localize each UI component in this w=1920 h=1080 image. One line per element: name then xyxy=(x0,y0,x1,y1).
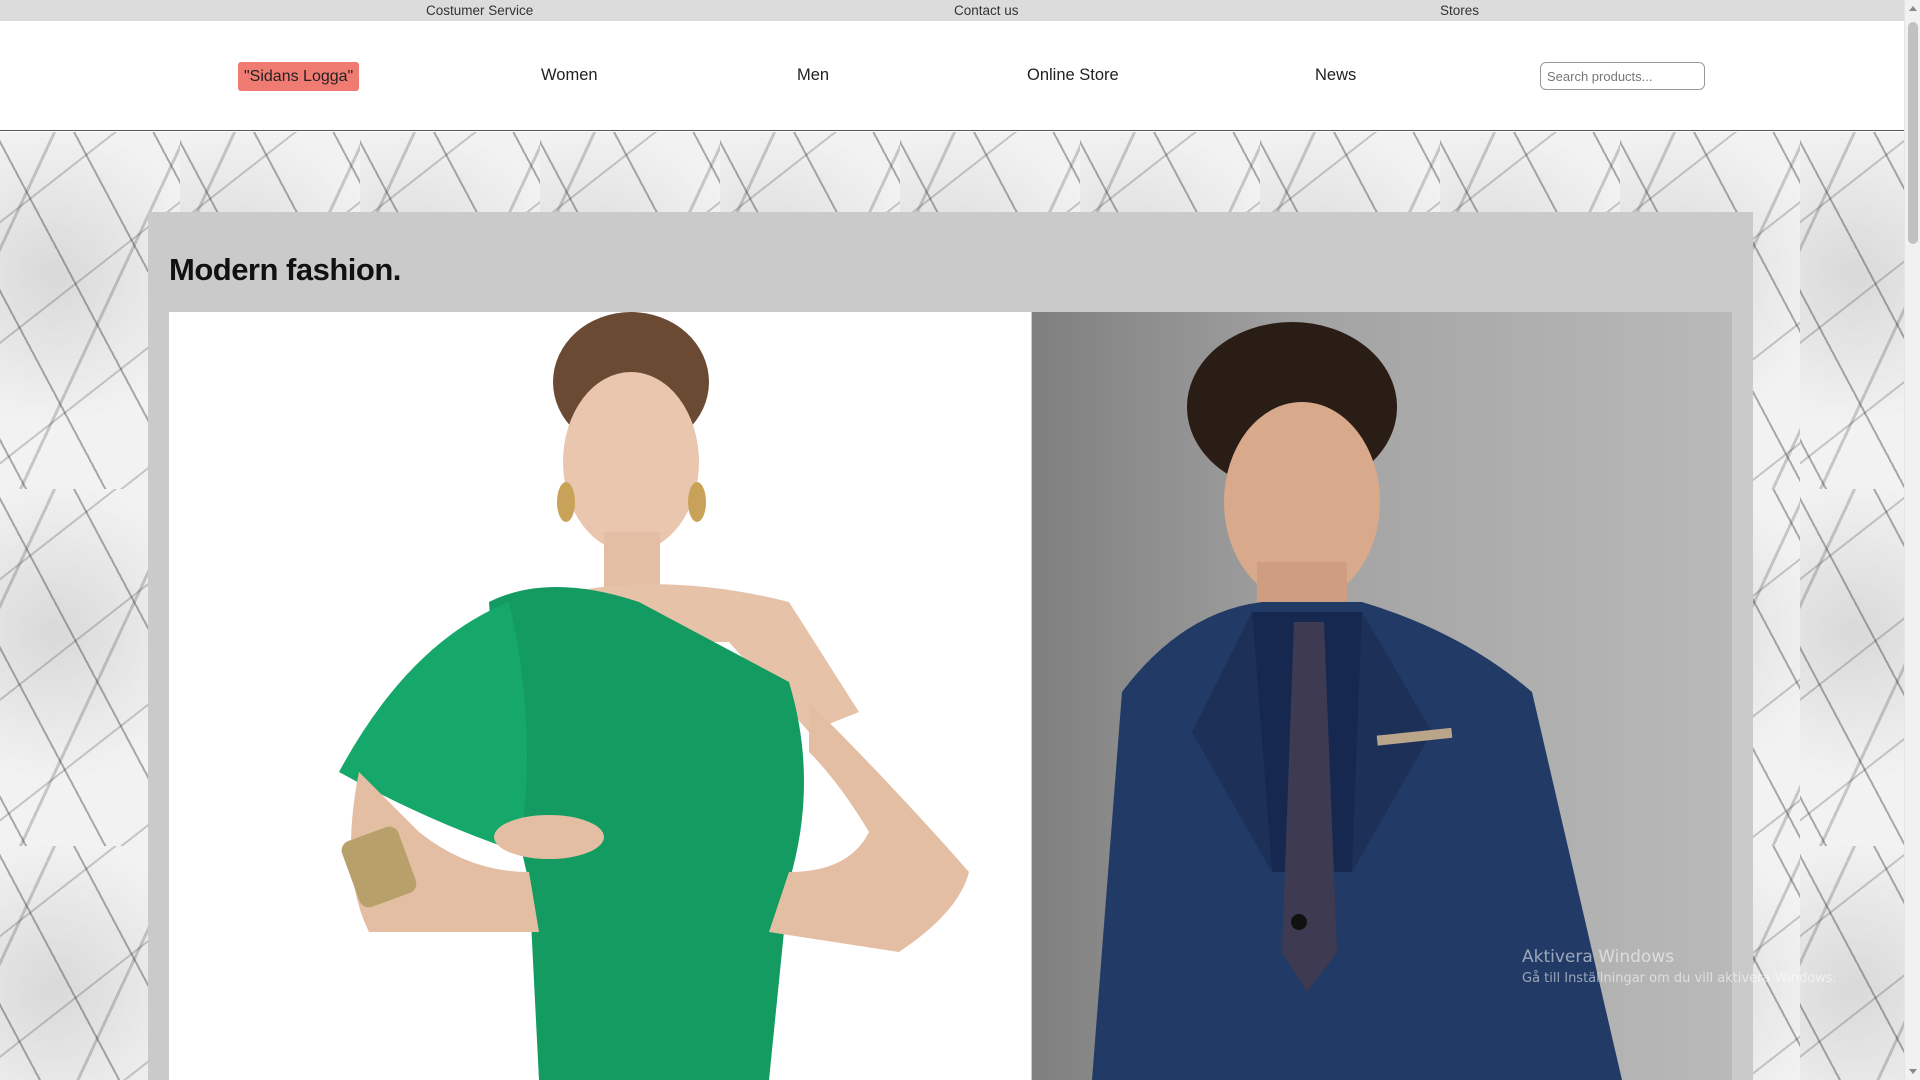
scroll-up-arrow-icon[interactable] xyxy=(1909,6,1917,11)
search-input[interactable] xyxy=(1540,62,1705,90)
scroll-down-arrow-icon[interactable] xyxy=(1909,1069,1917,1074)
watermark-title: Aktivera Windows xyxy=(1522,947,1675,967)
contact-us-link[interactable]: Contact us xyxy=(954,3,1019,18)
nav-women[interactable]: Women xyxy=(541,66,598,85)
nav-men[interactable]: Men xyxy=(797,66,829,85)
content-panel: Modern fashion. xyxy=(148,212,1753,1080)
windows-activation-watermark: Aktivera Windows Gå till Inställningar o… xyxy=(1522,947,1837,986)
stores-link[interactable]: Stores xyxy=(1440,3,1479,18)
utility-bar: Costumer Service Contact us Stores xyxy=(0,0,1904,21)
women-fashion-image[interactable] xyxy=(169,312,1031,1080)
nav-online-store[interactable]: Online Store xyxy=(1027,66,1119,85)
customer-service-link[interactable]: Costumer Service xyxy=(426,3,533,18)
site-header: "Sidans Logga" Women Men Online Store Ne… xyxy=(0,21,1904,131)
page: Costumer Service Contact us Stores "Sida… xyxy=(0,0,1920,1080)
page-title: Modern fashion. xyxy=(169,252,401,287)
vertical-scrollbar[interactable] xyxy=(1904,0,1920,1080)
site-logo[interactable]: "Sidans Logga" xyxy=(238,62,360,91)
nav-news[interactable]: News xyxy=(1315,66,1356,85)
watermark-subtitle: Gå till Inställningar om du vill aktiver… xyxy=(1522,971,1837,986)
scrollbar-thumb[interactable] xyxy=(1908,22,1918,244)
